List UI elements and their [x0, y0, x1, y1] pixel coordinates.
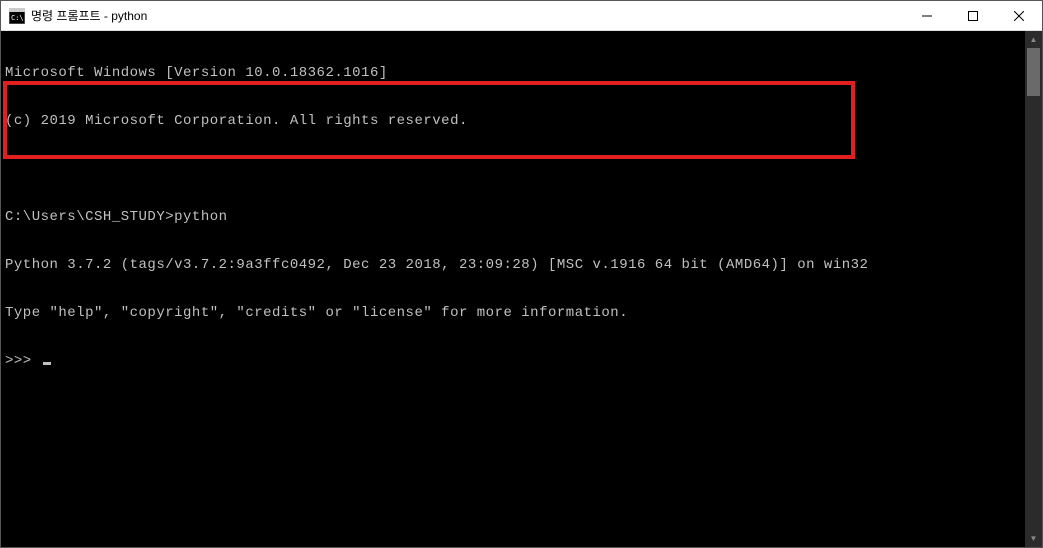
scrollbar-thumb[interactable]	[1027, 48, 1040, 96]
svg-text:C:\: C:\	[11, 14, 24, 22]
maximize-button[interactable]	[950, 1, 996, 30]
terminal-line: (c) 2019 Microsoft Corporation. All righ…	[5, 113, 1021, 129]
terminal-line: Type "help", "copyright", "credits" or "…	[5, 305, 1021, 321]
window-controls	[904, 1, 1042, 30]
terminal-output[interactable]: Microsoft Windows [Version 10.0.18362.10…	[1, 31, 1025, 547]
vertical-scrollbar[interactable]: ▲ ▼	[1025, 31, 1042, 547]
scroll-up-arrow[interactable]: ▲	[1025, 31, 1042, 48]
titlebar[interactable]: C:\ 명령 프롬프트 - python	[1, 1, 1042, 31]
terminal-area: Microsoft Windows [Version 10.0.18362.10…	[1, 31, 1042, 547]
close-button[interactable]	[996, 1, 1042, 30]
terminal-line	[5, 161, 1021, 177]
window-title: 명령 프롬프트 - python	[31, 7, 904, 24]
cursor	[43, 362, 51, 365]
command-prompt-window: C:\ 명령 프롬프트 - python Microsoft Windows […	[0, 0, 1043, 548]
terminal-prompt-line: >>>	[5, 353, 1021, 369]
scroll-down-arrow[interactable]: ▼	[1025, 530, 1042, 547]
minimize-button[interactable]	[904, 1, 950, 30]
terminal-line: Python 3.7.2 (tags/v3.7.2:9a3ffc0492, De…	[5, 257, 1021, 273]
terminal-line: C:\Users\CSH_STUDY>python	[5, 209, 1021, 225]
python-prompt: >>>	[5, 353, 41, 369]
cmd-icon: C:\	[9, 8, 25, 24]
terminal-line: Microsoft Windows [Version 10.0.18362.10…	[5, 65, 1021, 81]
